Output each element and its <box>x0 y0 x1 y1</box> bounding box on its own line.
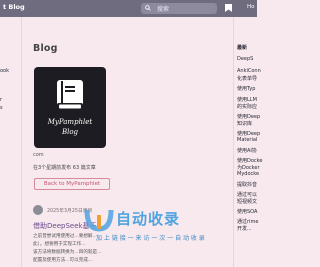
avatar <box>33 205 43 215</box>
right-sidebar-item[interactable]: 使用AI协 <box>237 147 257 154</box>
page-title: Blog <box>33 43 58 54</box>
blog-domain: com <box>33 152 44 158</box>
right-sidebar-item[interactable]: 使用LLM <box>237 96 257 103</box>
cover-title-line2: Blog <box>61 128 79 136</box>
left-sidebar-item[interactable]: s <box>0 105 3 111</box>
right-sidebar-item[interactable]: 提取抖音 <box>237 181 257 188</box>
right-sidebar-item[interactable]: DeepS <box>237 56 253 62</box>
post-excerpt-line: 配置及使用方法...可以完成... <box>33 258 93 263</box>
right-sidebar-item[interactable]: 使用Deep <box>237 130 260 137</box>
site-brand[interactable]: t Blog <box>3 3 25 11</box>
watermark-name: 自动收录 <box>116 210 181 228</box>
right-sidebar-item[interactable]: 短视频文 <box>237 198 257 205</box>
home-link[interactable]: Ho <box>247 4 255 10</box>
bookmark-icon[interactable] <box>225 4 232 12</box>
back-to-mypamphlet-button[interactable]: Back to MyPamphlet <box>34 178 110 190</box>
right-sidebar-item[interactable]: 的实际应 <box>237 103 257 110</box>
blog-stats: 在3个星期前发布 63 篇文章 <box>33 165 96 171</box>
right-sidebar-item[interactable]: Material <box>237 137 257 143</box>
right-sidebar-item[interactable]: 使用Docke <box>237 157 262 164</box>
cover-title-line1: MyPamphlet <box>47 118 93 126</box>
search-placeholder: 搜索 <box>157 6 170 13</box>
post-excerpt-line: 此）。想要用于实现工作... <box>33 242 86 247</box>
left-sidebar-item[interactable]: r <box>0 97 2 103</box>
search-icon <box>145 5 151 11</box>
watermark-slogan: 加 上 链 接 一 来 访 一 次 一 自 动 收 录 <box>96 235 205 242</box>
search-box[interactable]: 搜索 <box>141 3 217 14</box>
right-sidebar-item[interactable]: 使用Typ <box>237 85 255 92</box>
right-sidebar-item[interactable]: 使用Deep <box>237 113 260 120</box>
right-sidebar-item[interactable]: 为Docker <box>237 164 260 171</box>
right-sidebar-item[interactable]: 知识库 <box>237 120 252 127</box>
blog-cover: MyPamphlet Blog <box>34 67 106 148</box>
left-sidebar-item[interactable]: ook <box>0 68 9 74</box>
right-sidebar-item[interactable]: AnkiConn <box>237 68 261 74</box>
book-icon <box>57 80 83 110</box>
right-sidebar-item[interactable]: 化表单导 <box>237 75 257 82</box>
left-divider <box>21 17 22 267</box>
top-navbar: t Blog 搜索 Ho <box>0 0 257 17</box>
right-sidebar-item[interactable]: 通过可以 <box>237 191 257 198</box>
post-excerpt-line: 该方法将数据转换为...目的就是... <box>33 250 102 255</box>
watermark-logo-icon <box>84 209 114 232</box>
right-sidebar-item[interactable]: Mydocke <box>237 171 259 177</box>
right-sidebar-heading: 最新 <box>237 45 248 51</box>
watermark: 自动收录 加 上 链 接 一 来 访 一 次 一 自 动 收 录 <box>84 205 256 242</box>
